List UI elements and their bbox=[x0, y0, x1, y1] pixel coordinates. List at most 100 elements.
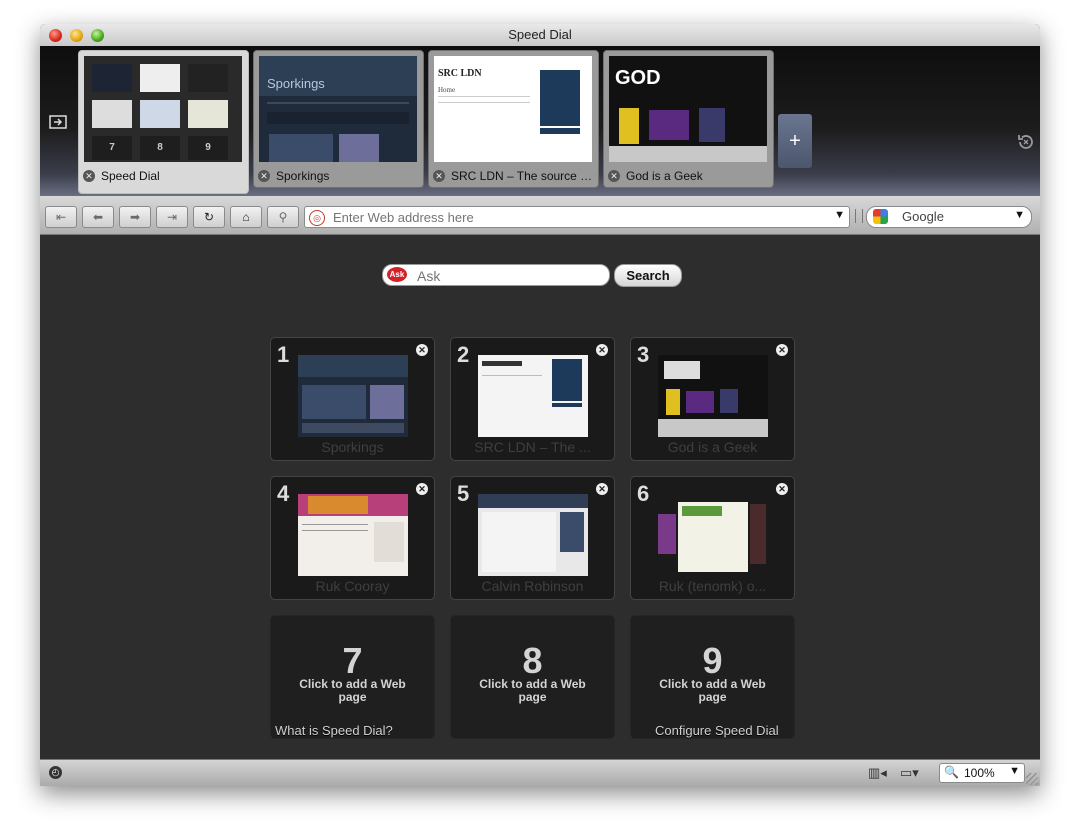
ask-search-field[interactable]: Ask bbox=[382, 264, 610, 286]
dial-thumbnail bbox=[478, 494, 588, 576]
tab-thumbnail: Sporkings bbox=[259, 56, 417, 162]
dial-thumbnail bbox=[658, 494, 768, 576]
dial-thumbnail bbox=[478, 355, 588, 437]
svg-text:7: 7 bbox=[109, 142, 115, 153]
dial-number: 7 bbox=[342, 640, 363, 681]
close-tab-icon[interactable]: ✕ bbox=[608, 170, 620, 182]
reload-icon: ↻ bbox=[203, 210, 215, 224]
panel-layout-icon[interactable]: ▥◂ bbox=[868, 765, 887, 781]
speed-dial-5[interactable]: 5 ✕ Calvin Robinson bbox=[450, 476, 615, 600]
magnifier-icon: 🔍 bbox=[944, 765, 959, 779]
wand-button[interactable]: ⚲ bbox=[267, 206, 299, 228]
remove-dial-icon[interactable]: ✕ bbox=[416, 483, 428, 495]
tab-label: Sporkings bbox=[276, 169, 330, 183]
close-tab-icon[interactable]: ✕ bbox=[83, 170, 95, 182]
zoom-control[interactable]: 🔍 100% ▼ bbox=[939, 763, 1025, 783]
speed-dial-9-empty[interactable]: 9 Click to add a Web page bbox=[630, 615, 795, 739]
speed-dial-1[interactable]: 1 ✕ Sporkings bbox=[270, 337, 435, 461]
search-engine-label: Google bbox=[902, 209, 944, 224]
remove-dial-icon[interactable]: ✕ bbox=[416, 344, 428, 356]
dial-thumbnail bbox=[298, 494, 408, 576]
forward-icon: ➡ bbox=[129, 210, 141, 224]
back-button[interactable]: ⬅ bbox=[82, 206, 114, 228]
dial-number: 9 bbox=[702, 640, 723, 681]
tab-thumbnail: 7 8 9 bbox=[84, 56, 242, 162]
remove-dial-icon[interactable]: ✕ bbox=[776, 483, 788, 495]
view-mode-icon[interactable]: ▭▾ bbox=[900, 765, 919, 781]
closed-tabs-trash-icon[interactable] bbox=[1016, 132, 1036, 152]
opera-unite-icon[interactable]: ◴ bbox=[49, 766, 62, 779]
speed-dial-8-empty[interactable]: 8 Click to add a Web page bbox=[450, 615, 615, 739]
zoom-dropdown-icon[interactable]: ▼ bbox=[1009, 765, 1020, 777]
tab-speed-dial[interactable]: 7 8 9 ✕ Speed Dial bbox=[78, 50, 249, 194]
speed-dial-3[interactable]: 3 ✕ God is a Geek bbox=[630, 337, 795, 461]
speed-dial-4[interactable]: 4 ✕ Ruk Cooray bbox=[270, 476, 435, 600]
page-info-icon[interactable]: ◎ bbox=[309, 210, 325, 226]
remove-dial-icon[interactable]: ✕ bbox=[596, 344, 608, 356]
browser-window: Speed Dial 7 8 9 ✕ Speed Dial Sporkings … bbox=[40, 24, 1040, 786]
dial-title: Ruk Cooray bbox=[315, 578, 390, 594]
dial-number: 4 bbox=[277, 481, 290, 506]
remove-dial-icon[interactable]: ✕ bbox=[596, 483, 608, 495]
wand-icon: ⚲ bbox=[278, 210, 288, 224]
dial-title: Ruk (tenomk) o... bbox=[658, 578, 767, 594]
address-bar[interactable]: ◎ ▼ bbox=[304, 206, 850, 228]
thumb-text-srcldn-home: Home bbox=[438, 86, 455, 94]
home-button[interactable]: ⌂ bbox=[230, 206, 262, 228]
tab-caption: ✕ Sporkings bbox=[258, 167, 418, 185]
toolbar-splitter[interactable] bbox=[855, 209, 863, 223]
tab-label: God is a Geek bbox=[626, 169, 703, 183]
back-icon: ⬅ bbox=[92, 210, 104, 224]
remove-dial-icon[interactable]: ✕ bbox=[776, 344, 788, 356]
close-tab-icon[interactable]: ✕ bbox=[433, 170, 445, 182]
dial-thumbnail bbox=[298, 355, 408, 437]
rewind-icon: ⇤ bbox=[55, 210, 67, 224]
speed-dial-2[interactable]: 2 ✕ SRC LDN – The ... bbox=[450, 337, 615, 461]
fast-forward-button[interactable]: ⇥ bbox=[156, 206, 188, 228]
tab-god-is-a-geek[interactable]: GOD ✕ God is a Geek bbox=[603, 50, 774, 188]
tab-caption: ✕ Speed Dial bbox=[83, 167, 243, 185]
address-input[interactable] bbox=[331, 208, 835, 227]
dial-number: 8 bbox=[522, 640, 543, 681]
close-tab-icon[interactable]: ✕ bbox=[258, 170, 270, 182]
svg-text:8: 8 bbox=[157, 142, 163, 153]
dial-hint: Click to add a Web page bbox=[299, 677, 406, 704]
dial-hint: Click to add a Web page bbox=[659, 677, 766, 704]
reload-button[interactable]: ↻ bbox=[193, 206, 225, 228]
what-is-speed-dial-link[interactable]: What is Speed Dial? bbox=[275, 723, 393, 738]
ask-search-input[interactable] bbox=[415, 266, 599, 285]
tab-caption: ✕ God is a Geek bbox=[608, 167, 768, 185]
speed-dial-7-empty[interactable]: 7 Click to add a Web page bbox=[270, 615, 435, 739]
dial-title: Sporkings bbox=[321, 439, 384, 455]
tab-thumbnail: SRC LDN Home bbox=[434, 56, 592, 162]
fast-forward-icon: ⇥ bbox=[166, 210, 178, 224]
forward-button[interactable]: ➡ bbox=[119, 206, 151, 228]
new-tab-button[interactable]: + bbox=[778, 114, 812, 168]
dial-thumbnail bbox=[658, 355, 768, 437]
tab-src-ldn[interactable]: SRC LDN Home ✕ SRC LDN – The source o... bbox=[428, 50, 599, 188]
panel-toggle-icon[interactable] bbox=[49, 114, 67, 130]
tab-strip: 7 8 9 ✕ Speed Dial Sporkings ✕ Sporkings… bbox=[40, 46, 1040, 196]
tab-thumbnail: GOD bbox=[609, 56, 767, 162]
zoom-value: 100% bbox=[964, 766, 995, 780]
dial-title: Calvin Robinson bbox=[481, 578, 584, 594]
dial-number: 5 bbox=[457, 481, 470, 506]
status-bar: ◴ ▥◂ ▭▾ 🔍 100% ▼ bbox=[40, 759, 1040, 786]
home-icon: ⌂ bbox=[242, 210, 250, 224]
tab-label: Speed Dial bbox=[101, 169, 160, 183]
tab-sporkings[interactable]: Sporkings ✕ Sporkings bbox=[253, 50, 424, 188]
dial-number: 6 bbox=[637, 481, 650, 506]
dial-number: 1 bbox=[277, 342, 290, 367]
resize-grip-icon[interactable] bbox=[1026, 773, 1038, 785]
search-engine-field[interactable]: Google ▼ bbox=[866, 206, 1032, 228]
configure-speed-dial-link[interactable]: Configure Speed Dial bbox=[655, 723, 779, 738]
speed-dial-6[interactable]: 6 ✕ Ruk (tenomk) o... bbox=[630, 476, 795, 600]
dial-title: SRC LDN – The ... bbox=[474, 439, 591, 455]
svg-text:9: 9 bbox=[205, 142, 211, 153]
rewind-button[interactable]: ⇤ bbox=[45, 206, 77, 228]
thumb-text-srcldn: SRC LDN bbox=[438, 68, 482, 79]
search-dropdown-icon[interactable]: ▼ bbox=[1014, 209, 1025, 221]
tab-label: SRC LDN – The source o... bbox=[451, 169, 593, 183]
ask-search-button[interactable]: Search bbox=[614, 264, 682, 287]
address-dropdown-icon[interactable]: ▼ bbox=[834, 209, 845, 221]
